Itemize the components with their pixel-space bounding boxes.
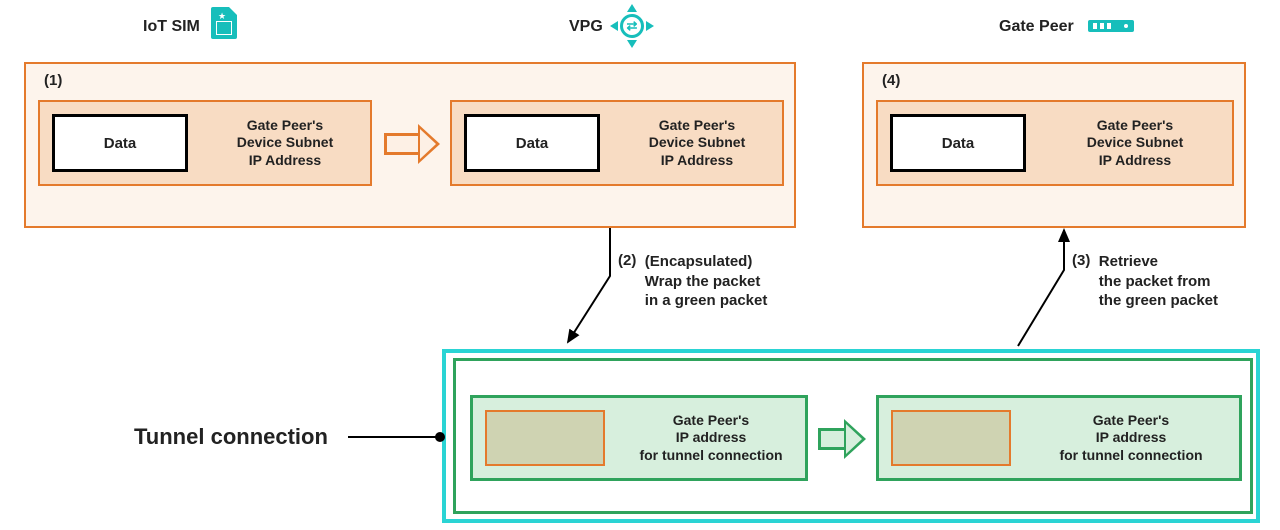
packet-card-at-vpg: Data Gate Peer's Device Subnet IP Addres…	[450, 100, 784, 186]
stage-1-container: (1) Data Gate Peer's Device Subnet IP Ad…	[24, 62, 796, 228]
sim-card-icon: ★	[211, 7, 237, 39]
tunnel-pointer	[348, 430, 448, 444]
step-3-num: (3)	[1072, 252, 1090, 269]
gate-peer-label: Gate Peer	[999, 18, 1074, 36]
step-2-num: (2)	[618, 252, 636, 269]
encapsulated-chip	[485, 410, 605, 466]
step-4-label: (4)	[882, 72, 900, 89]
step-1-label: (1)	[44, 72, 62, 89]
tunnel-green-box: Gate Peer's IP address for tunnel connec…	[453, 358, 1253, 514]
packet-card-origin: Data Gate Peer's Device Subnet IP Addres…	[38, 100, 372, 186]
green-packet-right: Gate Peer's IP address for tunnel connec…	[876, 395, 1242, 481]
step-3-text: Retrieve the packet from the green packe…	[1099, 252, 1218, 311]
step-2-annotation: (2) (Encapsulated) Wrap the packet in a …	[618, 252, 767, 311]
step-3-annotation: (3) Retrieve the packet from the green p…	[1072, 252, 1218, 311]
green-dest-label: Gate Peer's IP address for tunnel connec…	[617, 398, 805, 478]
tunnel-connection-label: Tunnel connection	[134, 424, 328, 450]
data-chip: Data	[52, 114, 188, 172]
packet-card-arrived: Data Gate Peer's Device Subnet IP Addres…	[876, 100, 1234, 186]
vpg-label: VPG	[569, 18, 603, 36]
step-2-text: (Encapsulated) Wrap the packet in a gree…	[645, 252, 768, 311]
encapsulated-chip	[891, 410, 1011, 466]
stage-4-container: (4) Data Gate Peer's Device Subnet IP Ad…	[862, 62, 1246, 228]
vpg-icon: ⇄	[610, 4, 654, 48]
packet-dest-label: Gate Peer's Device Subnet IP Address	[612, 102, 782, 184]
packet-dest-label: Gate Peer's Device Subnet IP Address	[1038, 102, 1232, 184]
arrow-green	[818, 419, 866, 459]
iot-sim-label: IoT SIM	[143, 18, 200, 36]
green-packet-left: Gate Peer's IP address for tunnel connec…	[470, 395, 808, 481]
arrow-orange	[384, 124, 440, 164]
data-chip: Data	[890, 114, 1026, 172]
data-chip: Data	[464, 114, 600, 172]
green-dest-label: Gate Peer's IP address for tunnel connec…	[1023, 398, 1239, 478]
packet-dest-label: Gate Peer's Device Subnet IP Address	[200, 102, 370, 184]
server-icon	[1088, 20, 1134, 32]
